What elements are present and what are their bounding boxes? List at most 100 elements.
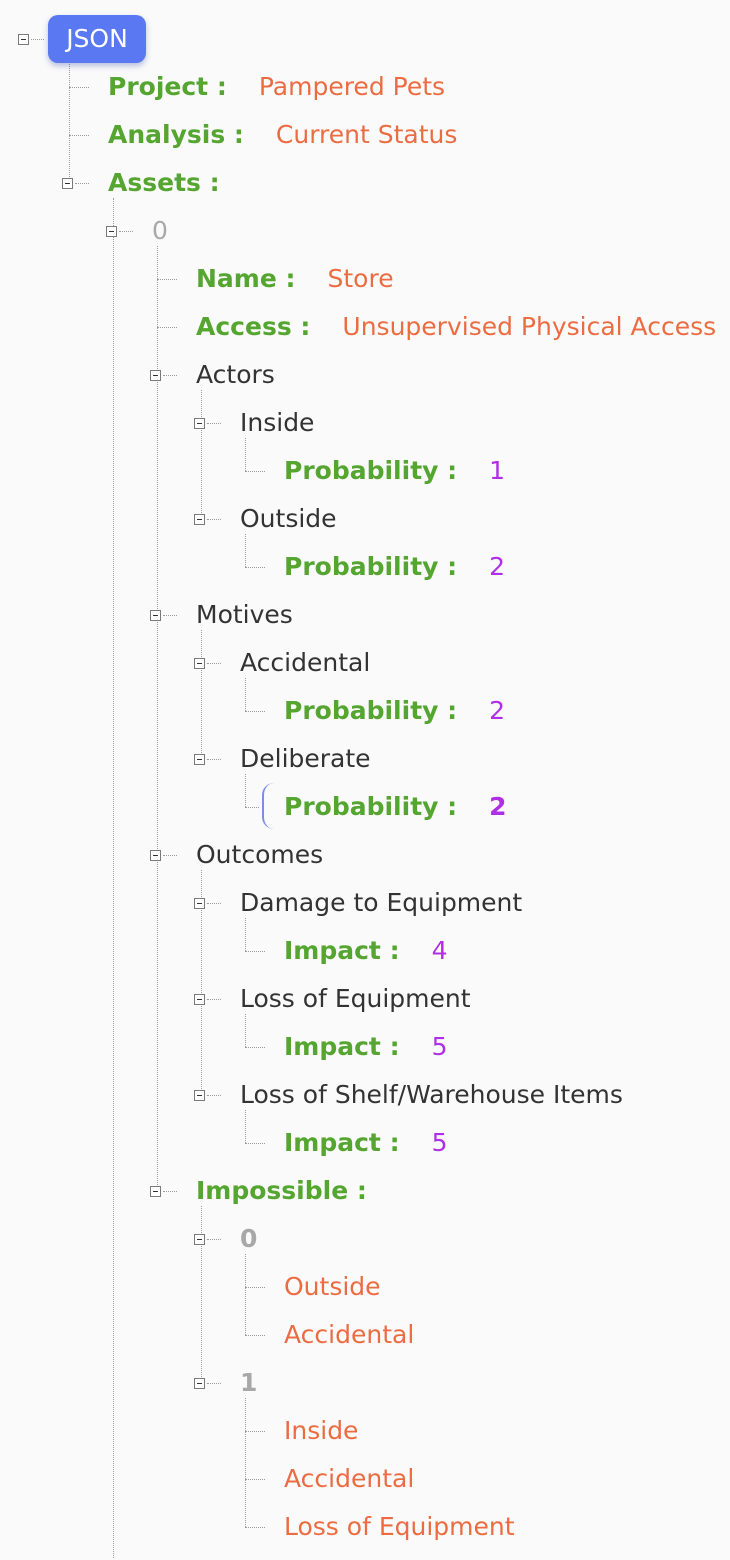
- probability-key: Probability :: [284, 696, 458, 725]
- tree-connector: [207, 663, 221, 664]
- tree-guide-line: [113, 198, 114, 1558]
- collapse-toggle-outside[interactable]: [194, 514, 205, 525]
- inside-node[interactable]: Inside: [240, 407, 314, 439]
- collapse-toggle-damage[interactable]: [194, 898, 205, 909]
- collapse-toggle-loss-items[interactable]: [194, 1090, 205, 1101]
- tree-connector: [157, 327, 177, 328]
- tree-guide-line: [201, 630, 202, 759]
- tree-guide-line: [245, 774, 246, 807]
- tree-guide-line: [69, 54, 70, 183]
- tree-connector: [245, 807, 259, 808]
- accidental-node[interactable]: Accidental: [240, 647, 370, 679]
- tree-connector: [207, 1095, 221, 1096]
- tree-connector: [163, 1191, 177, 1192]
- loss-equipment-impact-row[interactable]: Impact : 5: [284, 1031, 448, 1063]
- inside-probability-row[interactable]: Probability : 1: [284, 455, 505, 487]
- tree-guide-line: [245, 1014, 246, 1047]
- outside-probability-row[interactable]: Probability : 2: [284, 551, 505, 583]
- collapse-toggle-impossible[interactable]: [150, 1186, 161, 1197]
- name-row[interactable]: Name : Store: [196, 263, 394, 295]
- array-index: 0: [152, 216, 168, 245]
- damage-node[interactable]: Damage to Equipment: [240, 887, 522, 919]
- deliberate-probability-row[interactable]: Probability : 2: [284, 791, 507, 823]
- tree-connector: [245, 1431, 265, 1432]
- access-row[interactable]: Access : Unsupervised Physical Access: [196, 311, 716, 343]
- collapse-toggle-impossible-1[interactable]: [194, 1378, 205, 1389]
- collapse-toggle-asset-0[interactable]: [106, 226, 117, 237]
- access-value: Unsupervised Physical Access: [342, 312, 717, 341]
- tree-guide-line: [157, 246, 158, 1191]
- probability-value: 2: [489, 552, 506, 581]
- collapse-toggle-accidental[interactable]: [194, 658, 205, 669]
- tree-guide-line: [245, 534, 246, 567]
- tree-connector: [245, 1527, 265, 1528]
- collapse-toggle-impossible-0[interactable]: [194, 1234, 205, 1245]
- tree-connector: [245, 951, 265, 952]
- damage-impact-row[interactable]: Impact : 4: [284, 935, 448, 967]
- name-key: Name :: [196, 264, 296, 293]
- collapse-toggle-actors[interactable]: [150, 370, 161, 381]
- analysis-row[interactable]: Analysis : Current Status: [108, 119, 457, 151]
- impossible-index-0[interactable]: 0: [240, 1223, 257, 1255]
- asset-index-0[interactable]: 0: [152, 215, 168, 247]
- analysis-value: Current Status: [275, 120, 458, 149]
- probability-key: Probability :: [284, 456, 458, 485]
- impact-key: Impact :: [284, 1032, 400, 1061]
- list-item[interactable]: Loss of Equipment: [284, 1511, 515, 1543]
- assets-row[interactable]: Assets :: [108, 167, 220, 199]
- root-node-badge[interactable]: JSON: [48, 15, 146, 63]
- tree-guide-line: [201, 390, 202, 519]
- list-item[interactable]: Accidental: [284, 1463, 414, 1495]
- probability-value: 1: [489, 456, 506, 485]
- impossible-row[interactable]: Impossible :: [196, 1175, 367, 1207]
- array-index: 0: [240, 1224, 258, 1253]
- tree-connector: [75, 183, 89, 184]
- tree-guide-line: [245, 1254, 246, 1335]
- project-row[interactable]: Project : Pampered Pets: [108, 71, 445, 103]
- json-tree-view: JSON Project : Pampered Pets Analysis : Cu…: [0, 0, 730, 1560]
- array-index: 1: [240, 1368, 258, 1397]
- probability-value: 2: [489, 696, 506, 725]
- collapse-toggle-outcomes[interactable]: [150, 850, 161, 861]
- collapse-toggle-loss-equipment[interactable]: [194, 994, 205, 1005]
- name-value: Store: [327, 264, 394, 293]
- collapse-toggle-inside[interactable]: [194, 418, 205, 429]
- loss-items-impact-row[interactable]: Impact : 5: [284, 1127, 448, 1159]
- loss-items-node[interactable]: Loss of Shelf/Warehouse Items: [240, 1079, 623, 1111]
- tree-connector: [69, 135, 89, 136]
- tree-connector: [245, 567, 265, 568]
- collapse-toggle-motives[interactable]: [150, 610, 161, 621]
- list-item[interactable]: Accidental: [284, 1319, 414, 1351]
- probability-key: Probability :: [284, 552, 458, 581]
- analysis-key: Analysis :: [108, 120, 244, 149]
- outside-node[interactable]: Outside: [240, 503, 337, 535]
- impact-value: 4: [431, 936, 448, 965]
- access-key: Access :: [196, 312, 311, 341]
- deliberate-node[interactable]: Deliberate: [240, 743, 371, 775]
- actors-node[interactable]: Actors: [196, 359, 275, 391]
- outcomes-node[interactable]: Outcomes: [196, 839, 323, 871]
- selection-bracket: [262, 783, 274, 829]
- probability-value: 2: [489, 792, 507, 821]
- impact-key: Impact :: [284, 1128, 400, 1157]
- collapse-toggle-deliberate[interactable]: [194, 754, 205, 765]
- list-item[interactable]: Outside: [284, 1271, 381, 1303]
- tree-guide-line: [245, 678, 246, 711]
- impact-value: 5: [431, 1128, 448, 1157]
- collapse-toggle-root[interactable]: [18, 34, 29, 45]
- tree-connector: [163, 615, 177, 616]
- tree-connector: [245, 1047, 265, 1048]
- list-item[interactable]: Inside: [284, 1415, 358, 1447]
- motives-node[interactable]: Motives: [196, 599, 293, 631]
- tree-connector: [245, 711, 265, 712]
- collapse-toggle-assets[interactable]: [62, 178, 73, 189]
- tree-connector: [245, 471, 265, 472]
- impossible-index-1[interactable]: 1: [240, 1367, 257, 1399]
- tree-connector: [207, 423, 221, 424]
- assets-key: Assets :: [108, 168, 220, 197]
- tree-connector: [207, 903, 221, 904]
- tree-connector: [119, 231, 133, 232]
- tree-connector: [207, 999, 221, 1000]
- accidental-probability-row[interactable]: Probability : 2: [284, 695, 505, 727]
- loss-equipment-node[interactable]: Loss of Equipment: [240, 983, 471, 1015]
